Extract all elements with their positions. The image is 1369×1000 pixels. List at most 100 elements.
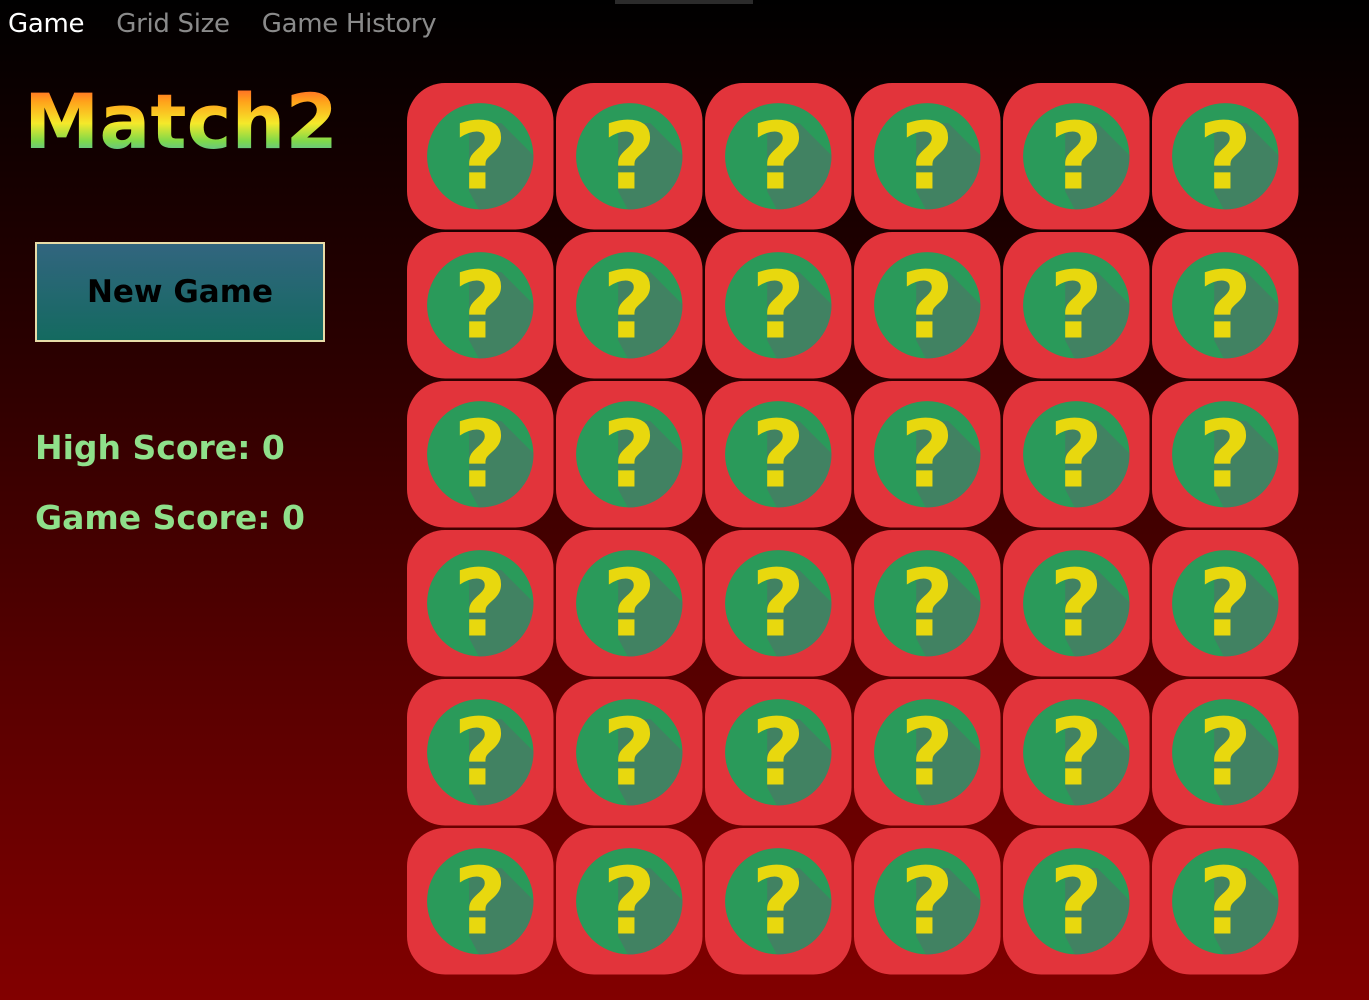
card-tile[interactable]: ? xyxy=(1152,679,1299,826)
svg-text:?: ? xyxy=(751,251,805,359)
svg-text:?: ? xyxy=(900,698,954,806)
svg-text:?: ? xyxy=(1049,847,1103,955)
top-drag-indicator xyxy=(615,0,753,4)
question-mark-icon: ? xyxy=(556,828,703,975)
svg-text:?: ? xyxy=(1198,251,1252,359)
tab-game-history[interactable]: Game History xyxy=(262,9,437,39)
svg-text:?: ? xyxy=(453,549,507,657)
question-mark-icon: ? xyxy=(1152,232,1299,379)
tab-game[interactable]: Game xyxy=(8,9,85,39)
question-mark-icon: ? xyxy=(1152,530,1299,677)
new-game-button[interactable]: New Game xyxy=(35,242,325,342)
card-tile[interactable]: ? xyxy=(1003,679,1150,826)
svg-text:?: ? xyxy=(602,698,656,806)
question-mark-icon: ? xyxy=(854,381,1001,528)
app-logo: Match2 xyxy=(24,77,338,166)
card-tile[interactable]: ? xyxy=(407,530,554,677)
svg-text:?: ? xyxy=(1049,698,1103,806)
svg-text:?: ? xyxy=(602,400,656,508)
question-mark-icon: ? xyxy=(556,530,703,677)
card-tile[interactable]: ? xyxy=(705,232,852,379)
question-mark-icon: ? xyxy=(854,83,1001,230)
question-mark-icon: ? xyxy=(407,828,554,975)
app-logo-text: Match2 xyxy=(24,77,338,166)
card-tile[interactable]: ? xyxy=(556,679,703,826)
svg-text:?: ? xyxy=(1049,400,1103,508)
card-tile[interactable]: ? xyxy=(407,83,554,230)
svg-text:?: ? xyxy=(1049,549,1103,657)
card-tile[interactable]: ? xyxy=(556,828,703,975)
card-tile[interactable]: ? xyxy=(854,530,1001,677)
question-mark-icon: ? xyxy=(407,381,554,528)
card-tile[interactable]: ? xyxy=(1152,83,1299,230)
question-mark-icon: ? xyxy=(1003,232,1150,379)
svg-text:?: ? xyxy=(602,549,656,657)
card-tile[interactable]: ? xyxy=(407,232,554,379)
question-mark-icon: ? xyxy=(854,232,1001,379)
card-tile[interactable]: ? xyxy=(1152,232,1299,379)
question-mark-icon: ? xyxy=(1003,679,1150,826)
card-tile[interactable]: ? xyxy=(854,232,1001,379)
svg-text:?: ? xyxy=(1198,102,1252,210)
question-mark-icon: ? xyxy=(407,679,554,826)
card-tile[interactable]: ? xyxy=(1152,530,1299,677)
question-mark-icon: ? xyxy=(1152,381,1299,528)
svg-text:?: ? xyxy=(900,251,954,359)
card-tile[interactable]: ? xyxy=(1003,381,1150,528)
question-mark-icon: ? xyxy=(705,232,852,379)
svg-text:?: ? xyxy=(751,847,805,955)
question-mark-icon: ? xyxy=(705,828,852,975)
card-tile[interactable]: ? xyxy=(407,381,554,528)
card-tile[interactable]: ? xyxy=(854,83,1001,230)
svg-text:?: ? xyxy=(453,847,507,955)
question-mark-icon: ? xyxy=(705,83,852,230)
high-score: High Score: 0 xyxy=(35,428,285,467)
card-tile[interactable]: ? xyxy=(556,530,703,677)
card-tile[interactable]: ? xyxy=(556,232,703,379)
card-tile[interactable]: ? xyxy=(705,530,852,677)
card-tile[interactable]: ? xyxy=(1003,83,1150,230)
question-mark-icon: ? xyxy=(705,679,852,826)
question-mark-icon: ? xyxy=(854,828,1001,975)
svg-text:?: ? xyxy=(1198,400,1252,508)
card-tile[interactable]: ? xyxy=(556,83,703,230)
svg-text:?: ? xyxy=(751,549,805,657)
question-mark-icon: ? xyxy=(407,232,554,379)
question-mark-icon: ? xyxy=(1003,381,1150,528)
svg-text:?: ? xyxy=(1049,251,1103,359)
svg-text:?: ? xyxy=(751,698,805,806)
question-mark-icon: ? xyxy=(556,679,703,826)
card-tile[interactable]: ? xyxy=(1152,381,1299,528)
card-tile[interactable]: ? xyxy=(1003,530,1150,677)
card-tile[interactable]: ? xyxy=(705,381,852,528)
card-tile[interactable]: ? xyxy=(1003,828,1150,975)
game-score: Game Score: 0 xyxy=(35,498,305,537)
svg-text:?: ? xyxy=(900,847,954,955)
question-mark-icon: ? xyxy=(1003,530,1150,677)
question-mark-icon: ? xyxy=(556,83,703,230)
question-mark-icon: ? xyxy=(705,530,852,677)
card-tile[interactable]: ? xyxy=(407,679,554,826)
svg-text:?: ? xyxy=(453,698,507,806)
svg-text:?: ? xyxy=(453,251,507,359)
svg-text:?: ? xyxy=(1198,698,1252,806)
card-tile[interactable]: ? xyxy=(1152,828,1299,975)
svg-text:?: ? xyxy=(453,400,507,508)
svg-text:?: ? xyxy=(1198,549,1252,657)
question-mark-icon: ? xyxy=(1152,83,1299,230)
svg-text:?: ? xyxy=(1198,847,1252,955)
card-tile[interactable]: ? xyxy=(854,679,1001,826)
question-mark-icon: ? xyxy=(556,381,703,528)
svg-text:?: ? xyxy=(453,102,507,210)
card-tile[interactable]: ? xyxy=(556,381,703,528)
card-tile[interactable]: ? xyxy=(407,828,554,975)
card-tile[interactable]: ? xyxy=(1003,232,1150,379)
svg-text:?: ? xyxy=(900,400,954,508)
card-tile[interactable]: ? xyxy=(854,381,1001,528)
question-mark-icon: ? xyxy=(1003,83,1150,230)
card-tile[interactable]: ? xyxy=(705,828,852,975)
card-tile[interactable]: ? xyxy=(705,679,852,826)
card-tile[interactable]: ? xyxy=(854,828,1001,975)
card-tile[interactable]: ? xyxy=(705,83,852,230)
tab-grid-size[interactable]: Grid Size xyxy=(116,9,230,39)
